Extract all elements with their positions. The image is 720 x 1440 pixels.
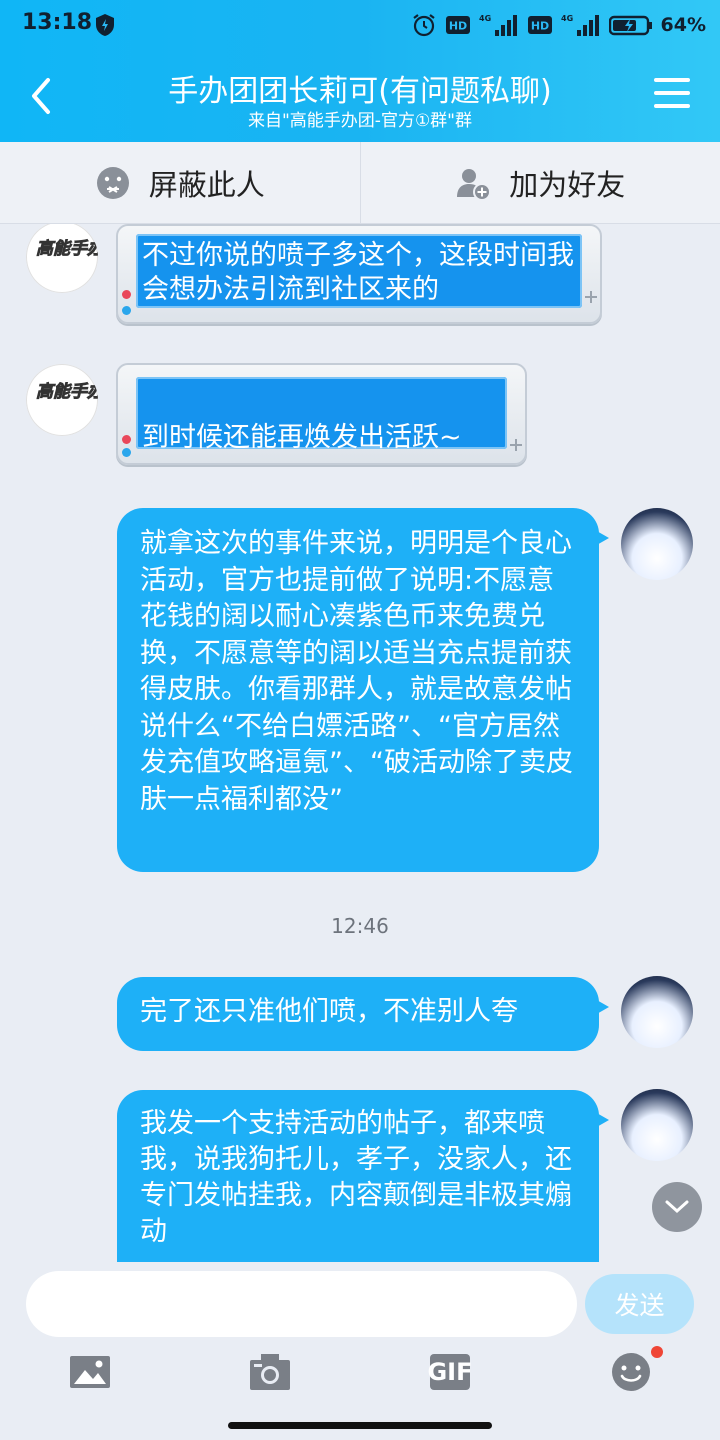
chat-header: 手办团团长莉可(有问题私聊) 来自"高能手办团-官方①群"群 [0,56,720,142]
message-input[interactable] [26,1271,577,1337]
gif-icon[interactable]: GIF [427,1354,473,1390]
action-bar: 屏蔽此人 加为好友 [0,142,720,224]
svg-text:高能手办团: 高能手办团 [36,382,98,402]
battery-level: 64% [660,14,706,36]
add-friend-icon [457,168,492,201]
avatar[interactable]: 高能手办团 [26,224,98,293]
signal-icon-2: 4G [561,14,599,36]
my-avatar[interactable] [621,976,693,1048]
message-bubble[interactable]: 不过你说的喷子多这个，这段时间我会想办法引流到社区来的 [116,224,602,324]
emoji-icon[interactable] [609,1350,653,1394]
message-timestamp: 12:46 [331,914,389,938]
my-avatar[interactable] [621,508,693,580]
status-bar: 13:18 HD 4G HD 4G 64% [0,0,720,50]
composer-toolbar: GIF [0,1350,720,1396]
message-text: 不过你说的喷子多这个，这段时间我会想办法引流到社区来的 [142,240,574,305]
page-subtitle: 来自"高能手办团-官方①群"群 [247,111,472,131]
chat-messages[interactable]: 高能手办团 不过你说的喷子多这个，这段时间我会想办法引流到社区来的 高能手办团 … [0,224,720,1262]
camera-icon[interactable] [248,1350,292,1394]
send-button[interactable]: 发送 [585,1274,694,1334]
status-icons: HD 4G HD 4G 64% [411,11,706,39]
svg-text:4G: 4G [479,14,491,23]
my-message-bubble[interactable]: 就拿这次的事件来说，明明是个良心活动，官方也提前做了说明:不愿意花钱的阔以耐心凑… [117,508,609,872]
image-icon[interactable] [68,1350,112,1394]
message-text: 到时候还能再焕发出活跃~ [142,422,462,453]
add-friend-button[interactable]: 加为好友 [359,142,720,223]
avatar-logo: 高能手办团 [36,239,98,260]
my-message-bubble[interactable]: 我发一个支持活动的帖子，都来喷我，说我狗托儿，孝子，没家人，还专门发帖挂我，内容… [117,1090,609,1262]
chevron-down-icon [665,1200,689,1214]
shield-icon [96,14,114,36]
hd-icon: HD [445,16,470,34]
scroll-down-button[interactable] [652,1182,702,1232]
avatar[interactable]: 高能手办团 [26,364,98,436]
message-text: 就拿这次的事件来说，明明是个良心活动，官方也提前做了说明:不愿意花钱的阔以耐心凑… [140,528,573,815]
menu-icon[interactable] [654,78,690,112]
battery-icon [608,15,652,36]
add-friend-label: 加为好友 [509,167,626,202]
hd-icon-2: HD [527,16,552,34]
svg-text:4G: 4G [561,14,573,23]
my-avatar[interactable] [621,1089,693,1161]
my-message-bubble[interactable]: 完了还只准他们喷，不准别人夸 [117,977,609,1051]
page-title: 手办团团长莉可(有问题私聊) [168,74,552,109]
avatar-logo: 高能手办团 [36,382,98,403]
signal-icon: 4G [479,14,517,36]
svg-text:HD: HD [448,20,466,33]
svg-text:HD: HD [530,20,548,33]
emoji-notification-dot [651,1346,663,1358]
block-icon [96,166,129,199]
message-text: 完了还只准他们喷，不准别人夸 [140,996,518,1027]
status-time: 13:18 [22,10,93,35]
message-text: 我发一个支持活动的帖子，都来喷我，说我狗托儿，孝子，没家人，还专门发帖挂我，内容… [140,1108,572,1247]
composer: 发送 GIF [0,1262,720,1440]
message-bubble[interactable]: 到时候还能再焕发出活跃~ [116,363,527,465]
top-bar: 13:18 HD 4G HD 4G 64% 手办团团长莉可(有问题私聊) 来自"… [0,0,720,142]
home-indicator[interactable] [228,1422,492,1429]
block-button[interactable]: 屏蔽此人 [0,142,360,223]
block-label: 屏蔽此人 [148,167,265,202]
svg-text:高能手办团: 高能手办团 [36,239,98,259]
alarm-icon [412,14,435,37]
